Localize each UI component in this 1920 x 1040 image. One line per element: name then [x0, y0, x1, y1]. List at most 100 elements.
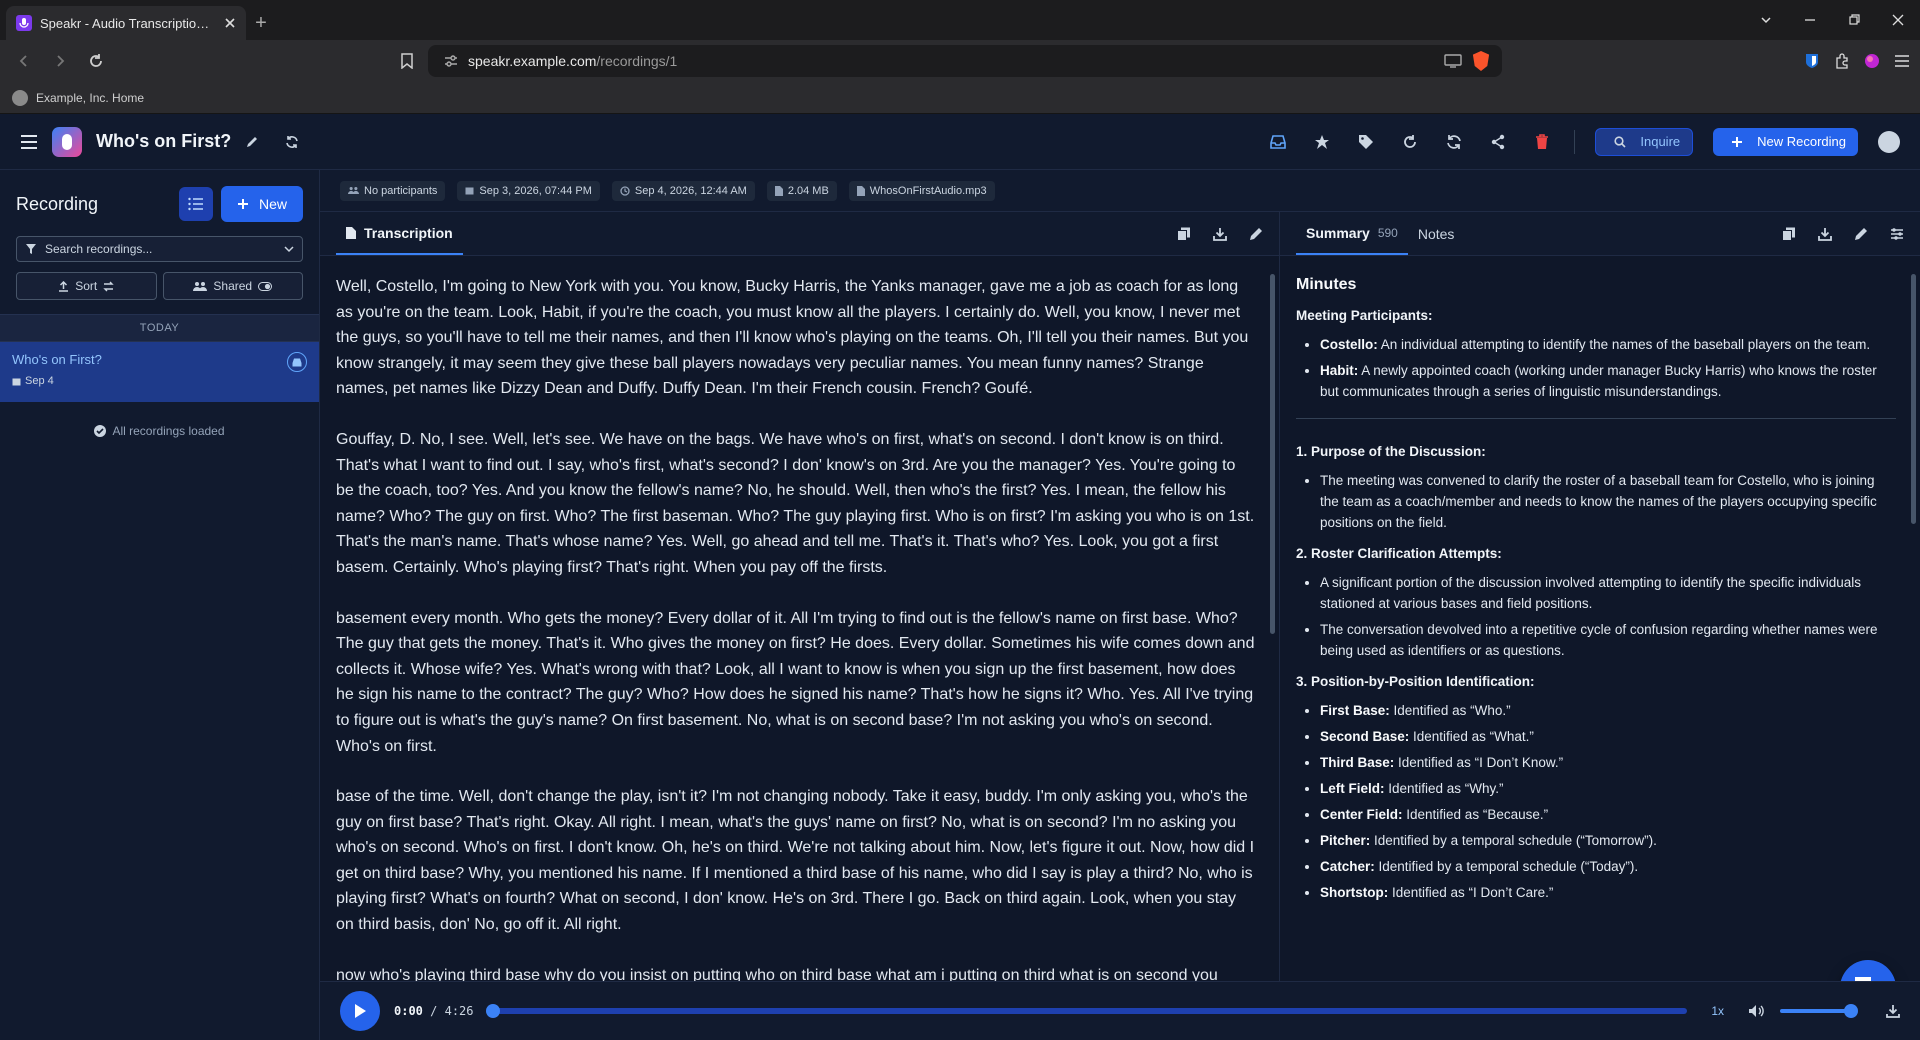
bookmark-link[interactable]: Example, Inc. Home [36, 91, 144, 105]
calendar-icon [12, 377, 21, 386]
volume-knob[interactable] [1844, 1004, 1858, 1018]
download-icon[interactable] [1213, 227, 1227, 241]
header-divider [1574, 129, 1576, 154]
address-bar[interactable]: speakr.example.com/recordings/1 [401, 45, 1502, 77]
summary-scrollbar[interactable] [1911, 274, 1916, 524]
tab-transcription-label: Transcription [364, 224, 453, 241]
tab-search-icon[interactable] [1744, 0, 1788, 40]
search-recordings-dropdown[interactable]: Search recordings... [16, 236, 303, 262]
sidebar: Recording New Search recordings... Sort … [0, 170, 320, 1040]
inbox-badge-icon[interactable] [287, 352, 307, 372]
transcript-text: Well, Costello, I'm going to New York wi… [320, 256, 1279, 1040]
volume-slider[interactable] [1780, 1004, 1858, 1018]
extensions-puzzle-icon[interactable] [1834, 53, 1850, 69]
positions-list: First Base: Identified as “Who.” Second … [1296, 700, 1896, 903]
participants-chip[interactable]: No participants [340, 180, 446, 201]
brave-shields-icon[interactable] [1472, 51, 1490, 71]
edit-title-pencil-icon[interactable] [245, 135, 259, 149]
url-path: /recordings/1 [596, 53, 678, 69]
new-recording-button[interactable]: New Recording [1713, 127, 1858, 156]
bookmark-icon[interactable] [400, 53, 414, 69]
plus-icon [237, 198, 249, 210]
list-item: First Base: Identified as “Who.” [1320, 700, 1896, 721]
user-avatar[interactable] [1878, 130, 1900, 153]
shared-toggle-button[interactable]: Shared [162, 272, 303, 300]
filter-icon [25, 243, 37, 255]
inbox-icon[interactable] [1266, 130, 1290, 154]
tags-icon[interactable] [1354, 130, 1378, 154]
summary-tools [1782, 212, 1904, 255]
list-view-button[interactable] [178, 187, 213, 221]
browser-tabbar: Speakr - Audio Transcription & S + [0, 0, 1920, 40]
playback-rate-button[interactable]: 1x [1711, 1004, 1724, 1018]
tab-notes[interactable]: Notes [1408, 212, 1465, 255]
filename: WhosOnFirstAudio.mp3 [869, 184, 987, 197]
browser-menu-icon[interactable] [1894, 54, 1910, 68]
browser-tab-title: Speakr - Audio Transcription & S [40, 15, 216, 31]
tab-summary[interactable]: Summary 590 [1296, 212, 1408, 255]
roster-list: A significant portion of the discussion … [1296, 572, 1896, 661]
page-title: Who's on First? [96, 131, 232, 151]
restore-icon[interactable] [1832, 0, 1876, 40]
list-item: Left Field: Identified as “Why.” [1320, 778, 1896, 799]
app-header: Who's on First? Inquire New Recording [0, 114, 1920, 170]
list-item: The conversation devolved into a repetit… [1320, 619, 1896, 661]
url-host: speakr.example.com [468, 53, 597, 69]
trash-icon[interactable] [1530, 130, 1554, 154]
minimize-icon[interactable] [1788, 0, 1832, 40]
redo-icon[interactable] [1398, 130, 1422, 154]
users-icon [348, 186, 359, 195]
bitwarden-icon[interactable] [1804, 53, 1820, 69]
play-button[interactable] [340, 991, 380, 1031]
copy-icon[interactable] [1782, 227, 1796, 241]
back-icon[interactable] [10, 47, 38, 75]
transcript-scrollbar[interactable] [1270, 274, 1275, 634]
purpose-heading: 1. Purpose of the Discussion: [1296, 444, 1486, 459]
summary-content: Minutes Meeting Participants: Costello: … [1280, 256, 1920, 1040]
forward-icon[interactable] [46, 47, 74, 75]
users-icon [193, 281, 208, 292]
transcript-paragraph: basement every month. Who gets the money… [336, 609, 1255, 755]
copy-icon[interactable] [1177, 227, 1191, 241]
panes: Transcription Well, Costello, I'm going … [320, 212, 1920, 1040]
hamburger-menu-icon[interactable] [20, 134, 38, 150]
cast-icon[interactable] [1444, 54, 1462, 68]
check-circle-icon [94, 425, 107, 437]
progress-knob[interactable] [485, 1004, 500, 1018]
volume-icon[interactable] [1748, 1004, 1766, 1018]
profile-orb-icon[interactable] [1864, 53, 1880, 69]
new-tab-button[interactable]: + [246, 6, 276, 40]
purpose-list: The meeting was convened to clarify the … [1296, 470, 1896, 533]
reprocess-title-icon[interactable] [285, 135, 299, 149]
recording-list-item[interactable]: Who's on First? Sep 4 [0, 342, 319, 402]
created-date-chip: Sep 3, 2026, 07:44 PM [457, 180, 600, 201]
download-icon[interactable] [1818, 227, 1832, 241]
sidebar-title: Recording [16, 193, 99, 214]
edit-pencil-icon[interactable] [1854, 227, 1868, 241]
audio-player: 0:00 / 4:26 1x [320, 981, 1920, 1040]
reload-icon[interactable] [82, 47, 110, 75]
list-item: Second Base: Identified as “What.” [1320, 726, 1896, 747]
close-tab-icon[interactable] [224, 17, 236, 29]
browser-tab[interactable]: Speakr - Audio Transcription & S [6, 6, 246, 40]
sidebar-new-button[interactable]: New [220, 186, 303, 222]
sliders-icon[interactable] [1890, 227, 1904, 241]
download-audio-icon[interactable] [1886, 1004, 1900, 1018]
sort-button[interactable]: Sort [16, 272, 157, 300]
history-icon [620, 185, 630, 196]
edit-pencil-icon[interactable] [1249, 227, 1263, 241]
processed-date: Sep 4, 2026, 12:44 AM [634, 184, 747, 197]
tab-transcription[interactable]: Transcription [336, 212, 463, 255]
transcription-tools [1177, 212, 1263, 255]
site-info-icon[interactable] [444, 54, 458, 68]
close-window-icon[interactable] [1876, 0, 1920, 40]
sync-icon[interactable] [1442, 130, 1466, 154]
file-icon [774, 185, 783, 196]
new-recording-label: New Recording [1757, 134, 1846, 149]
progress-slider[interactable] [485, 1004, 1688, 1018]
list-item: Costello: An individual attempting to id… [1320, 334, 1896, 355]
inquire-button[interactable]: Inquire [1595, 127, 1694, 156]
share-icon[interactable] [1486, 130, 1510, 154]
star-icon[interactable] [1310, 130, 1334, 154]
current-time: 0:00 [394, 1004, 423, 1018]
